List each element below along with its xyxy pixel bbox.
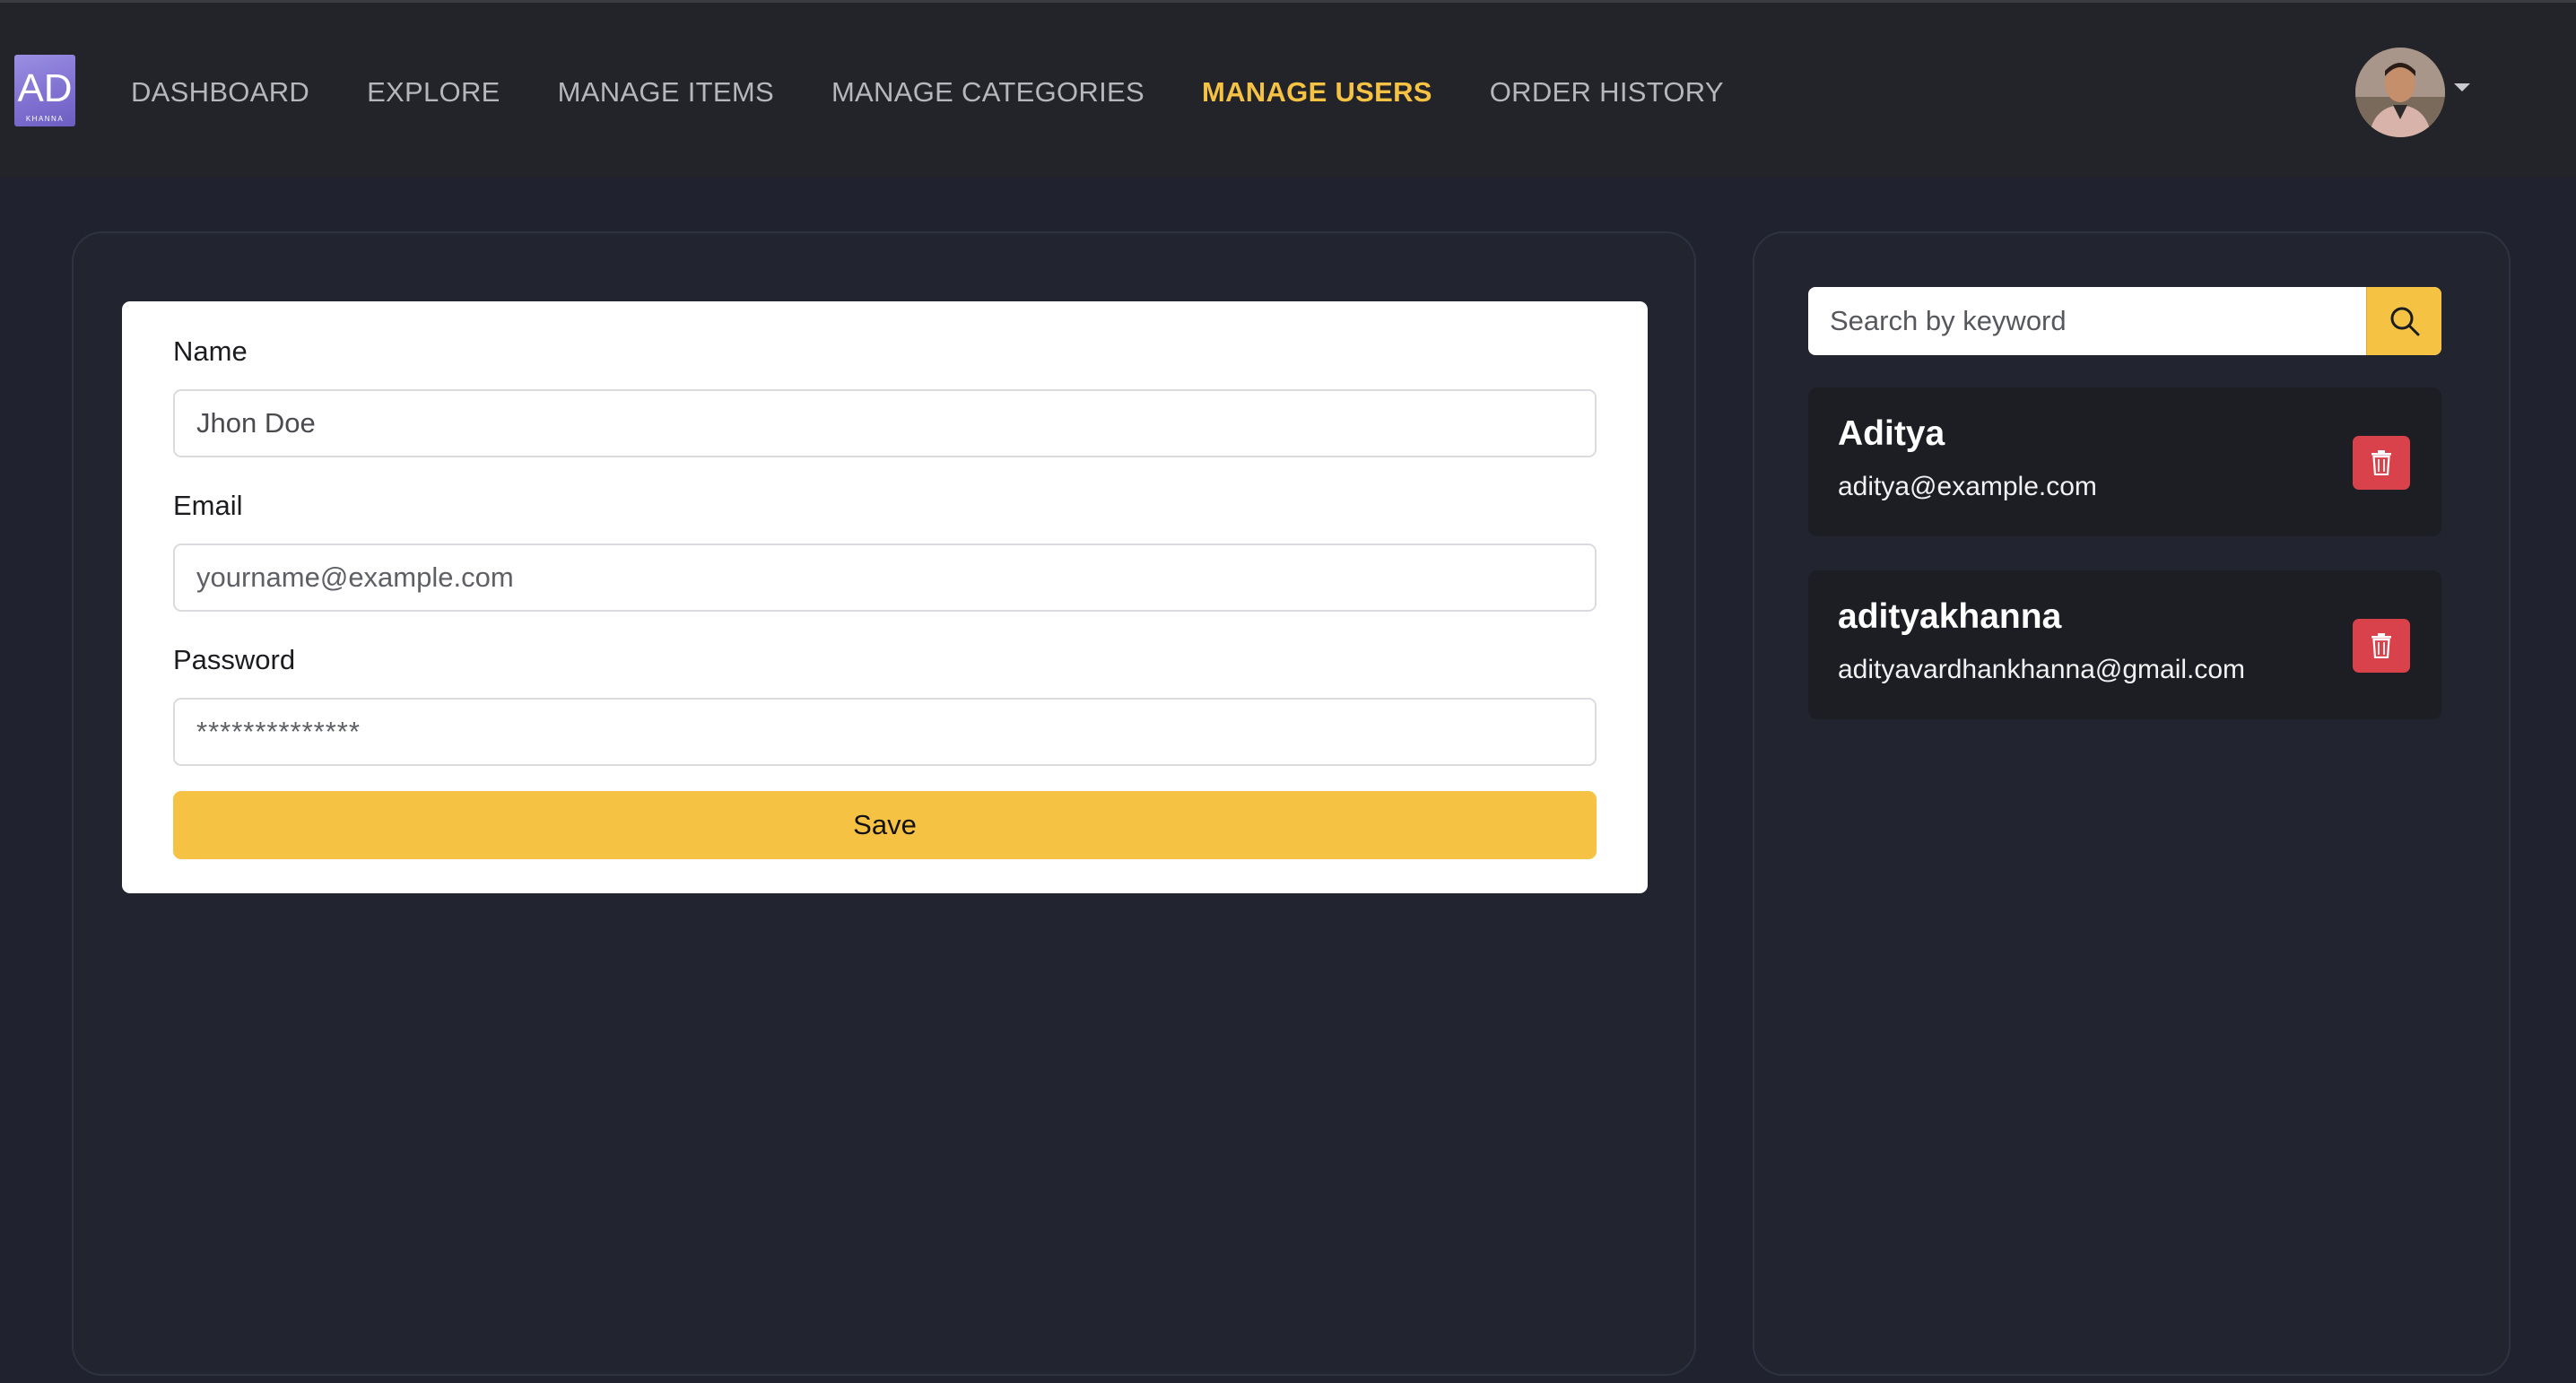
save-button[interactable]: Save (173, 791, 1597, 859)
nav-dashboard[interactable]: DASHBOARD (131, 73, 309, 112)
main-nav: DASHBOARD EXPLORE MANAGE ITEMS MANAGE CA… (131, 73, 1781, 112)
user-name: Aditya (1838, 414, 1945, 453)
logo-mark-icon: AD KHANNA (17, 66, 72, 123)
password-label: Password (173, 644, 296, 675)
nav-manage-categories[interactable]: MANAGE CATEGORIES (831, 73, 1144, 112)
user-form-panel: Name Jhon Doe Email yourname@example.com… (72, 231, 1696, 1376)
search-bar: Search by keyword (1808, 287, 2441, 355)
nav-order-history[interactable]: ORDER HISTORY (1490, 73, 1724, 112)
profile-menu-toggle[interactable] (2355, 48, 2472, 137)
brand-logo[interactable]: AD KHANNA (14, 55, 75, 126)
user-email: adityavardhankhanna@gmail.com (1838, 655, 2246, 684)
trash-icon (2371, 450, 2391, 475)
nav-explore[interactable]: EXPLORE (367, 73, 500, 112)
password-input[interactable]: ************** (173, 698, 1597, 766)
name-label: Name (173, 335, 248, 367)
caret-down-icon (2454, 83, 2470, 91)
add-user-form: Name Jhon Doe Email yourname@example.com… (122, 301, 1648, 893)
email-input[interactable]: yourname@example.com (173, 544, 1597, 612)
top-navbar: AD KHANNA DASHBOARD EXPLORE MANAGE ITEMS… (0, 0, 2576, 178)
search-icon (2390, 307, 2420, 336)
delete-user-button[interactable] (2353, 436, 2410, 490)
user-name: adityakhanna (1838, 597, 2062, 636)
user-card: adityakhanna adityavardhankhanna@gmail.c… (1808, 570, 2441, 719)
user-email: aditya@example.com (1838, 472, 2097, 501)
nav-manage-items[interactable]: MANAGE ITEMS (558, 73, 774, 112)
nav-manage-users[interactable]: MANAGE USERS (1202, 73, 1432, 112)
delete-user-button[interactable] (2353, 619, 2410, 673)
search-input[interactable]: Search by keyword (1808, 287, 2366, 355)
users-list-panel: Search by keyword Aditya aditya@example.… (1753, 231, 2511, 1376)
name-input[interactable]: Jhon Doe (173, 389, 1597, 457)
user-card: Aditya aditya@example.com (1808, 387, 2441, 536)
svg-text:AD: AD (17, 66, 72, 110)
user-avatar (2355, 48, 2445, 137)
svg-text:KHANNA: KHANNA (26, 115, 64, 123)
email-label: Email (173, 490, 243, 521)
search-button[interactable] (2366, 287, 2441, 355)
trash-icon (2371, 633, 2391, 658)
